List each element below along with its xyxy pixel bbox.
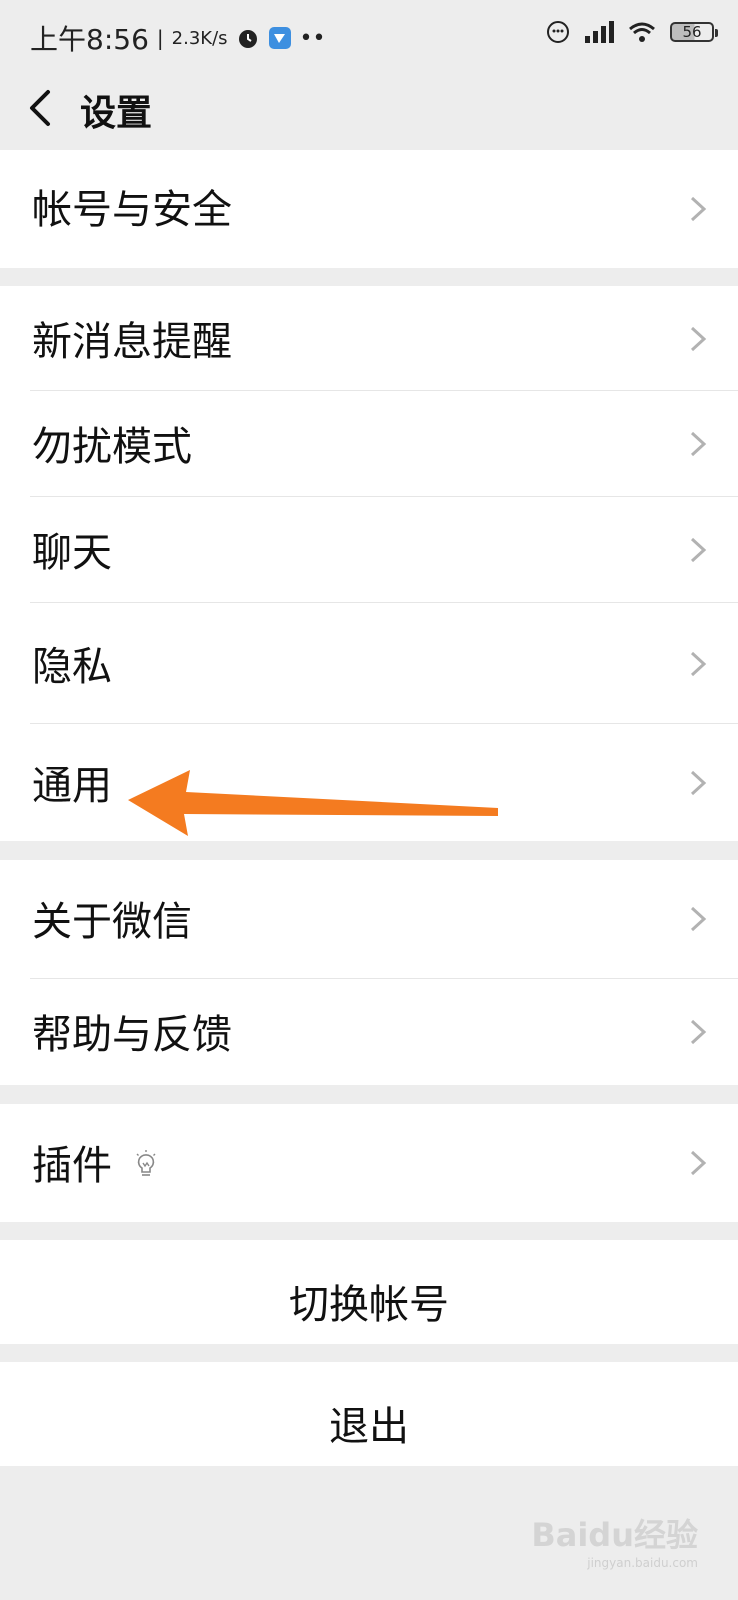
menu-item-help-feedback[interactable]: 帮助与反馈 [0, 979, 738, 1085]
chevron-right-icon [690, 651, 707, 677]
smiley-icon [547, 21, 569, 43]
chevron-right-icon [690, 770, 707, 796]
menu-item-plugins[interactable]: 插件 [0, 1104, 738, 1222]
back-icon[interactable] [22, 86, 62, 130]
arrow-shape [128, 770, 498, 836]
menu-item-label: 帐号与安全 [32, 187, 232, 233]
network-speed: 2.3K/s [171, 27, 228, 49]
alarm-icon [238, 30, 257, 48]
menu-item-label: 聊天 [32, 530, 112, 576]
menu-item-label: 插件 [32, 1143, 112, 1189]
annotation-arrow-icon [128, 770, 498, 836]
separator: | [156, 26, 164, 50]
menu-item-label: 帮助与反馈 [32, 1012, 232, 1058]
logout-label: 退出 [329, 1404, 409, 1450]
menu-item-label: 新消息提醒 [32, 319, 232, 365]
battery-icon: 56 [670, 22, 718, 42]
menu-item-label: 隐私 [32, 644, 112, 690]
watermark-brand: Baidu经验 [531, 1516, 698, 1554]
wifi-icon [629, 22, 655, 42]
switch-account-button[interactable]: 切换帐号 [0, 1240, 738, 1344]
status-bar: 上午8:56 | 2.3K/s •• 56 [0, 0, 738, 72]
lightbulb-icon [136, 1150, 156, 1176]
group-settings: 新消息提醒 勿扰模式 聊天 隐私 通用 [0, 286, 738, 841]
more-dots-icon: •• [299, 25, 326, 51]
status-time: 上午8:56 [30, 23, 149, 56]
app-notification-icon [268, 27, 291, 49]
menu-item-chat[interactable]: 聊天 [0, 497, 738, 602]
chevron-right-icon [690, 1150, 707, 1176]
watermark: Baidu经验 jingyan.baidu.com [531, 1510, 698, 1570]
menu-item-about[interactable]: 关于微信 [0, 860, 738, 978]
chevron-right-icon [690, 1019, 707, 1045]
chevron-right-icon [690, 196, 707, 222]
page-title: 设置 [80, 93, 153, 134]
group-plugins: 插件 [0, 1104, 738, 1222]
logout-button[interactable]: 退出 [0, 1362, 738, 1466]
menu-item-account-security[interactable]: 帐号与安全 [0, 150, 738, 268]
chevron-right-icon [690, 537, 707, 563]
menu-item-label: 通用 [32, 763, 112, 809]
chevron-right-icon [690, 906, 707, 932]
group-about: 关于微信 帮助与反馈 [0, 860, 738, 1085]
menu-item-privacy[interactable]: 隐私 [0, 603, 738, 723]
chevron-right-icon [690, 431, 707, 457]
watermark-url: jingyan.baidu.com [587, 1556, 698, 1570]
menu-item-new-message-alert[interactable]: 新消息提醒 [0, 286, 738, 391]
menu-item-do-not-disturb[interactable]: 勿扰模式 [0, 391, 738, 496]
signal-icon [585, 21, 614, 43]
menu-item-label: 勿扰模式 [32, 424, 192, 470]
group-account: 帐号与安全 [0, 150, 738, 268]
menu-item-label: 关于微信 [32, 899, 192, 945]
header: 设置 [0, 72, 738, 150]
chevron-right-icon [690, 326, 707, 352]
switch-account-label: 切换帐号 [289, 1282, 449, 1328]
